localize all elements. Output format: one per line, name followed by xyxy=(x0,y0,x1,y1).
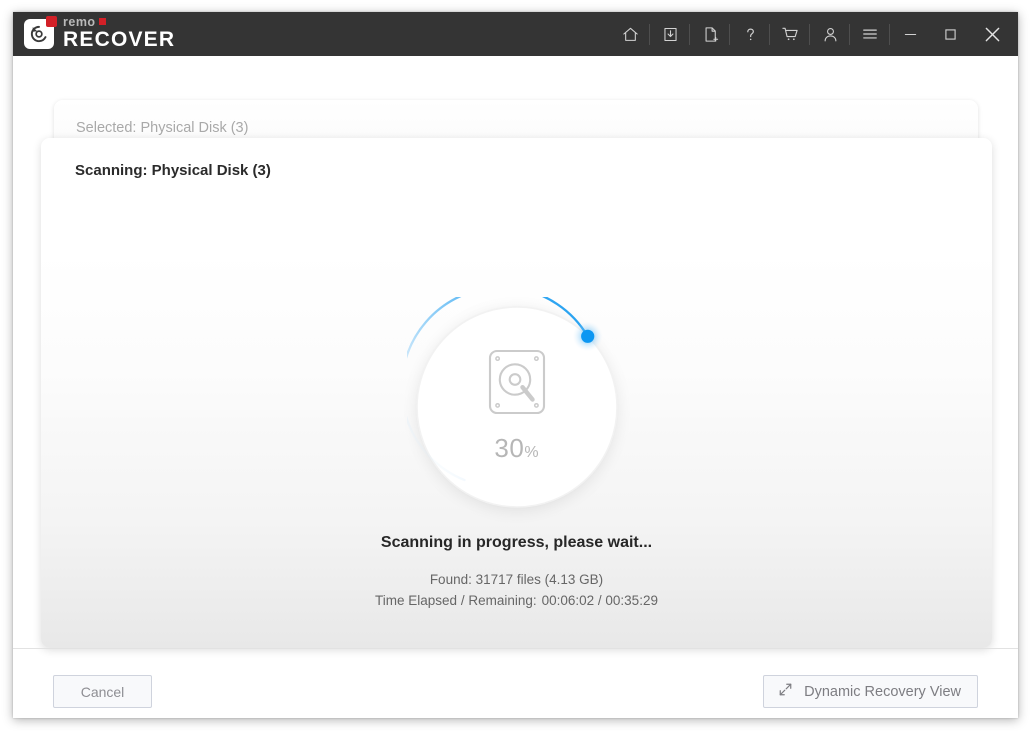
main-content: Selected: Physical Disk (3) Scanning: Ph… xyxy=(13,56,1018,718)
scan-progress-center: 30% xyxy=(407,297,627,517)
hard-disk-scan-icon xyxy=(486,347,548,422)
expand-diagonal-icon xyxy=(777,681,794,702)
logo-mark-icon xyxy=(24,15,57,49)
logo-red-square-icon xyxy=(46,15,57,27)
close-button[interactable] xyxy=(970,12,1014,56)
app-logo: remo RECOVER xyxy=(24,16,175,53)
logo-remo-square-icon xyxy=(98,18,106,26)
scan-percent-symbol: % xyxy=(524,444,539,461)
scanning-card: Scanning: Physical Disk (3) 30% Scanning… xyxy=(41,138,992,648)
download-icon[interactable] xyxy=(650,12,690,56)
scan-percent-number: 30 xyxy=(494,433,525,463)
scan-time-row: Time Elapsed / Remaining: 00:06:02 / 00:3… xyxy=(41,593,992,608)
dynamic-recovery-view-button[interactable]: Dynamic Recovery View xyxy=(763,675,978,708)
home-icon[interactable] xyxy=(610,12,650,56)
dynamic-recovery-view-label: Dynamic Recovery View xyxy=(804,683,961,700)
maximize-button[interactable] xyxy=(930,12,970,56)
cart-icon[interactable] xyxy=(770,12,810,56)
title-bar: remo RECOVER xyxy=(13,12,1018,56)
user-icon[interactable] xyxy=(810,12,850,56)
scan-percent: 30% xyxy=(494,435,538,461)
application-window: remo RECOVER Selected: Physical Disk (3)… xyxy=(13,12,1018,718)
new-file-icon[interactable] xyxy=(690,12,730,56)
scan-found-count: Found: 31717 files (4.13 GB) xyxy=(429,572,604,587)
scanning-disk-label: Scanning: Physical Disk (3) xyxy=(75,162,271,179)
minimize-button[interactable] xyxy=(890,12,930,56)
scan-progress-ring: 30% xyxy=(406,297,627,517)
titlebar-icon-group xyxy=(610,12,1018,56)
cancel-button[interactable]: Cancel xyxy=(53,675,152,708)
help-icon[interactable] xyxy=(730,12,770,56)
logo-recover-text: RECOVER xyxy=(63,28,176,52)
selected-disk-label: Selected: Physical Disk (3) xyxy=(76,120,249,136)
menu-icon[interactable] xyxy=(850,12,890,56)
scan-time-value: 00:06:02 / 00:35:29 xyxy=(541,593,658,608)
scan-status-heading: Scanning in progress, please wait... xyxy=(380,534,653,551)
logo-remo-text: remo xyxy=(63,14,96,29)
scan-time-label: Time Elapsed / Remaining: xyxy=(375,593,537,608)
logo-wordmark: remo RECOVER xyxy=(63,16,175,53)
footer-divider xyxy=(13,648,1018,649)
